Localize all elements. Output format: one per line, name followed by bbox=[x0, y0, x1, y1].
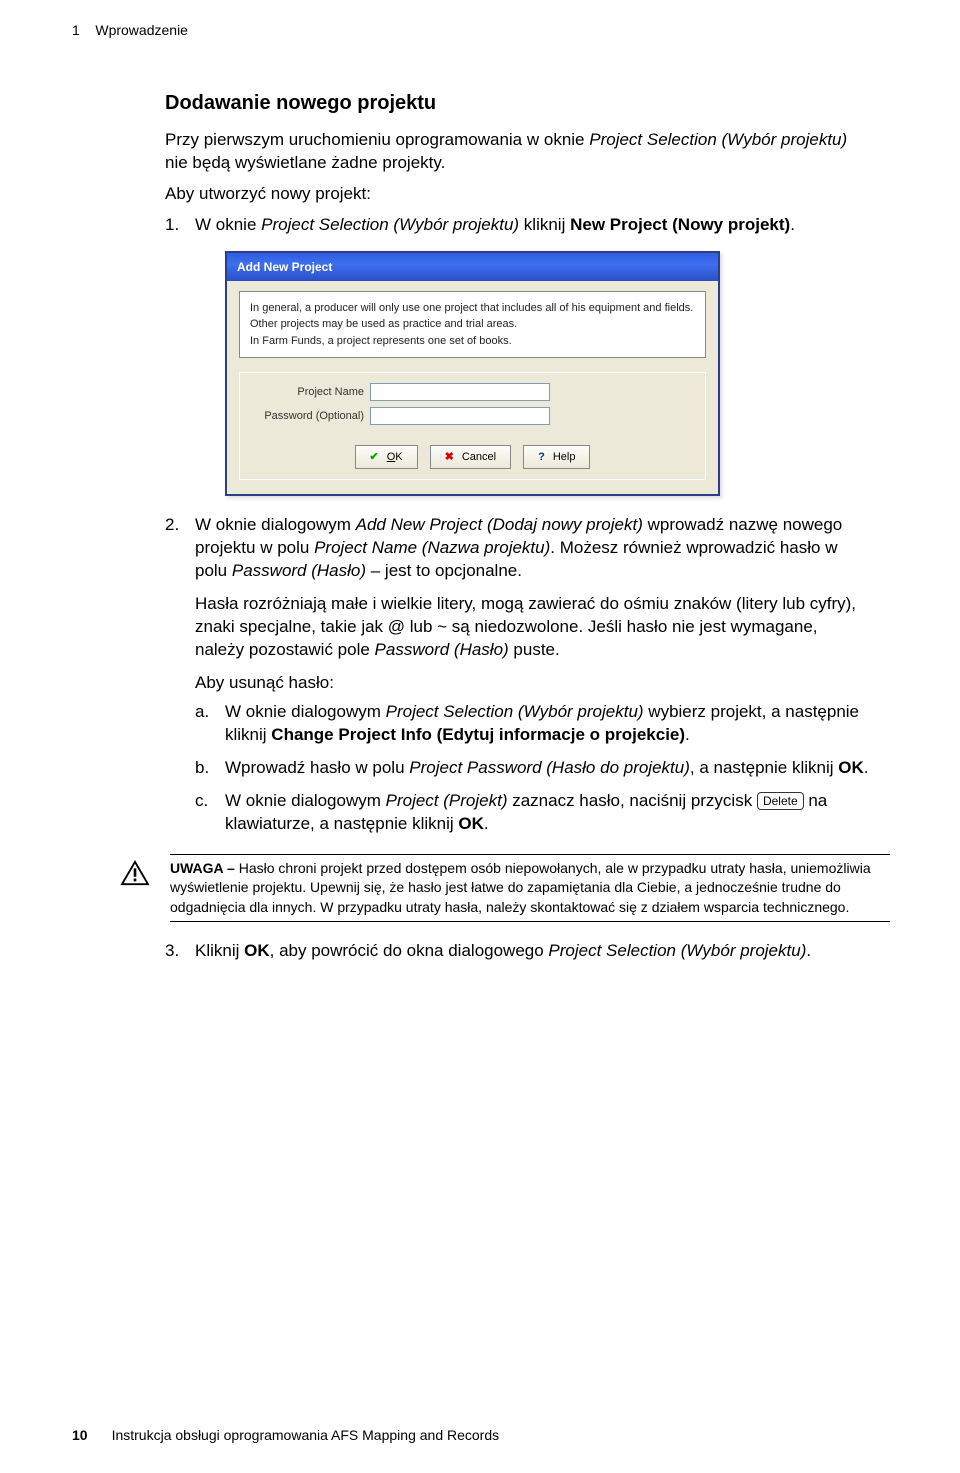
project-name-row: Project Name bbox=[250, 383, 695, 401]
add-new-project-dialog: Add New Project In general, a producer w… bbox=[225, 251, 720, 497]
password-label: Password (Optional) bbox=[250, 409, 370, 424]
cancel-button-label: Cancel bbox=[462, 450, 496, 465]
question-icon: ? bbox=[538, 450, 545, 465]
step-3-wrap: Kliknij OK, aby powrócić do okna dialogo… bbox=[165, 940, 960, 963]
chapter-title: Wprowadzenie bbox=[95, 22, 188, 38]
running-header: 1 Wprowadzenie bbox=[0, 0, 960, 38]
ok-button-label: OK bbox=[387, 450, 403, 465]
step-2-sublist: a. W oknie dialogowym Project Selection … bbox=[195, 701, 870, 836]
password-input[interactable] bbox=[370, 407, 550, 425]
project-name-label: Project Name bbox=[250, 385, 370, 400]
intro-paragraph-2: Aby utworzyć nowy projekt: bbox=[165, 183, 870, 206]
x-icon: ✖ bbox=[445, 450, 454, 465]
dialog-titlebar: Add New Project bbox=[227, 253, 718, 281]
footer-doc-title: Instrukcja obsługi oprogramowania AFS Ma… bbox=[112, 1427, 500, 1443]
cancel-button[interactable]: ✖ Cancel bbox=[430, 445, 511, 469]
step-2-paragraph-2: Hasła rozróżniają małe i wielkie litery,… bbox=[195, 593, 870, 662]
chapter-number: 1 bbox=[72, 22, 80, 38]
main-content: Dodawanie nowego projektu Przy pierwszym… bbox=[0, 38, 960, 836]
step-3: Kliknij OK, aby powrócić do okna dialogo… bbox=[165, 940, 870, 963]
ok-button[interactable]: ✔ OK bbox=[355, 445, 418, 469]
page-number: 10 bbox=[72, 1427, 88, 1443]
delete-key: Delete bbox=[757, 792, 804, 810]
dialog-body: In general, a producer will only use one… bbox=[227, 281, 718, 495]
password-row: Password (Optional) bbox=[250, 407, 695, 425]
step-2-paragraph-3: Aby usunąć hasło: bbox=[195, 672, 870, 695]
section-title: Dodawanie nowego projektu bbox=[165, 92, 870, 115]
project-name-input[interactable] bbox=[370, 383, 550, 401]
page-footer: 10 Instrukcja obsługi oprogramowania AFS … bbox=[72, 1427, 499, 1443]
intro-paragraph-1: Przy pierwszym uruchomieniu oprogramowan… bbox=[165, 129, 870, 175]
step-list: W oknie Project Selection (Wybór projekt… bbox=[165, 214, 870, 836]
caution-block: UWAGA – Hasło chroni projekt przed dostę… bbox=[120, 854, 960, 923]
step-2b: b. Wprowadź hasło w polu Project Passwor… bbox=[195, 757, 870, 780]
dialog-form: Project Name Password (Optional) ✔ OK bbox=[239, 372, 706, 480]
help-button-label: Help bbox=[553, 450, 576, 465]
check-icon: ✔ bbox=[370, 450, 379, 465]
help-button[interactable]: ? Help bbox=[523, 445, 590, 469]
step-2: W oknie dialogowym Add New Project (Doda… bbox=[165, 514, 870, 835]
step-1: W oknie Project Selection (Wybór projekt… bbox=[165, 214, 870, 496]
caution-text: UWAGA – Hasło chroni projekt przed dostę… bbox=[170, 854, 890, 923]
dialog-button-row: ✔ OK ✖ Cancel ? Help bbox=[240, 445, 705, 469]
warning-icon bbox=[120, 860, 150, 886]
step-2c: c. W oknie dialogowym Project (Projekt) … bbox=[195, 790, 870, 836]
step-2a: a. W oknie dialogowym Project Selection … bbox=[195, 701, 870, 747]
dialog-description: In general, a producer will only use one… bbox=[239, 291, 706, 359]
